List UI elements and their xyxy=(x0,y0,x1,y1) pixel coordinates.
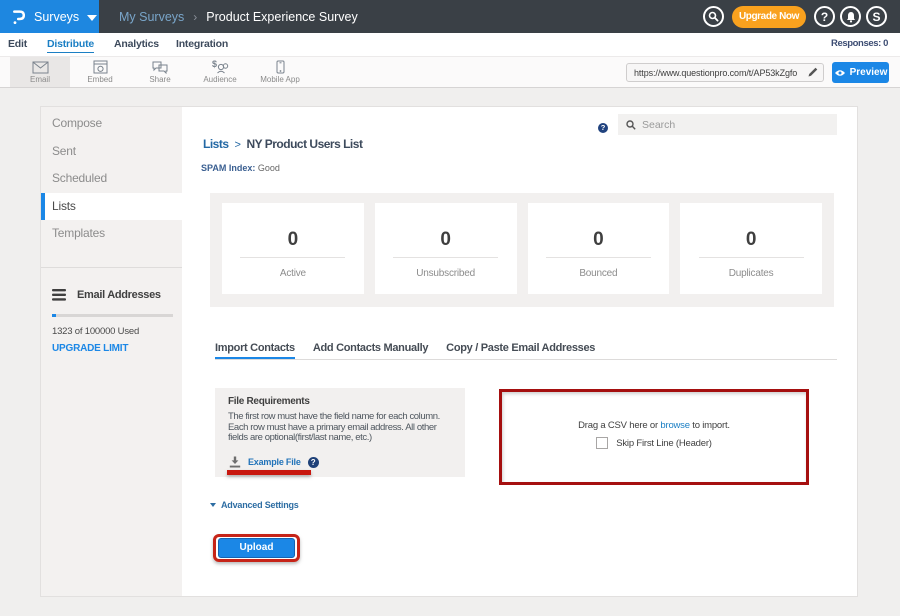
svg-text:$: $ xyxy=(212,60,217,69)
